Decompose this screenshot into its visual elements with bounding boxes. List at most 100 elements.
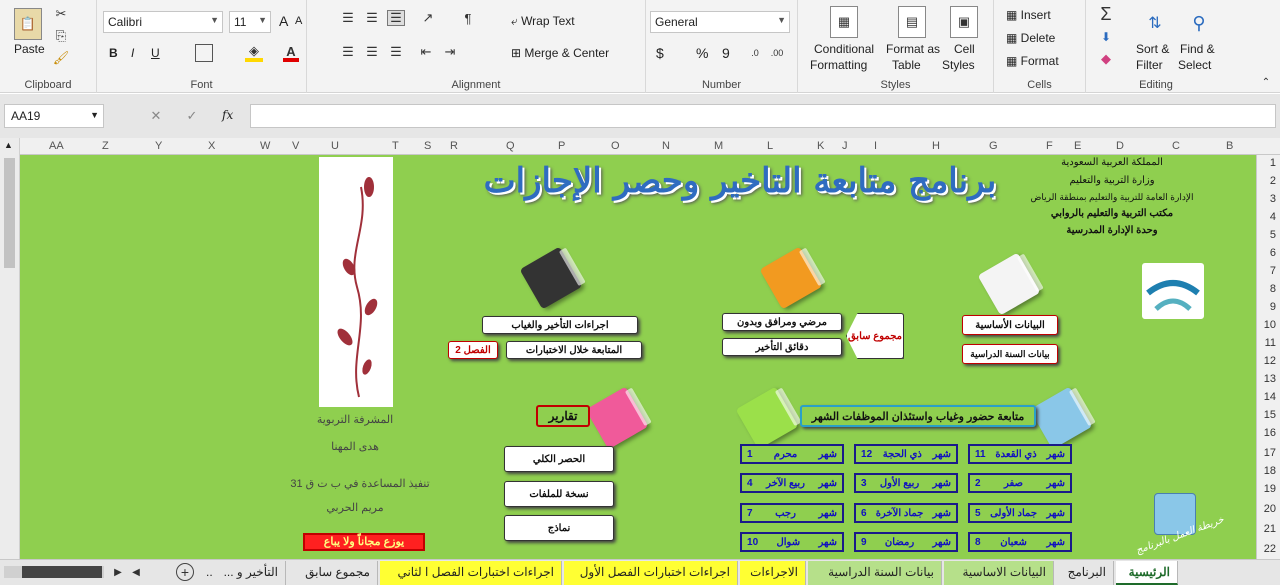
sort-filter-button[interactable]: Sort & [1136,42,1169,56]
merge-center-button[interactable]: ⊞ Merge & Center [511,46,609,60]
paste-icon[interactable]: 📋 [14,8,42,40]
column-header[interactable]: N [662,140,670,152]
row-header[interactable]: 7 [1270,265,1276,277]
increase-decimal-icon[interactable]: .0 [746,44,764,62]
decrease-indent-icon[interactable]: ⇤ [417,44,435,60]
row-header[interactable]: 9 [1270,301,1276,313]
fill-color-icon[interactable]: ◈ [245,43,263,62]
column-header[interactable]: H [932,140,940,152]
scroll-thumb[interactable] [4,158,15,268]
hscroll-thumb[interactable] [22,566,102,578]
month-button[interactable]: شهر رجب 7 [740,503,844,523]
column-header[interactable]: J [842,140,848,152]
row-header[interactable]: 11 [1265,337,1276,349]
column-header[interactable]: I [874,140,877,152]
row-header[interactable]: 13 [1264,373,1276,385]
row-header[interactable]: 4 [1270,211,1276,223]
column-header[interactable]: L [767,140,773,152]
align-bottom-icon[interactable]: ☰ [387,10,405,26]
sheet-tab[interactable]: البرنامج [1056,561,1114,585]
column-header[interactable]: Z [102,140,109,152]
clear-icon[interactable]: ◆ [1096,50,1116,68]
add-sheet-icon[interactable]: + [176,563,194,581]
currency-button[interactable]: $ [656,45,664,61]
shrink-font-button[interactable]: A [295,15,302,27]
sick-button[interactable]: مرضي ومرافق وبدون [722,313,842,331]
conditional-formatting-button[interactable]: Conditional [814,42,874,56]
school-year-button[interactable]: بيانات السنة الدراسية [962,344,1058,364]
percent-button[interactable]: % [696,45,708,61]
row-header[interactable]: 20 [1264,503,1276,515]
column-header[interactable]: Q [506,140,515,152]
previous-total-button[interactable]: مجموع سابق [846,313,904,359]
column-header[interactable]: T [392,140,399,152]
row-header[interactable]: 1 [1270,157,1276,169]
row-header[interactable]: 18 [1264,465,1276,477]
format-button[interactable]: ▦ Format [1006,54,1059,68]
basic-data-button[interactable]: البيانات الأساسية [962,315,1058,335]
comma-button[interactable]: 9 [722,45,730,61]
sheet-tab[interactable]: اجراءات اختبارات الفصل ا لثاني [380,561,562,585]
column-header[interactable]: S [424,140,431,152]
total-count-button[interactable]: الحصر الكلي [504,446,614,472]
sheet-tab[interactable]: التأخير و ... [212,561,286,585]
cut-icon[interactable]: ✂ [52,6,70,22]
align-middle-icon[interactable]: ☰ [363,10,381,26]
row-header[interactable]: 19 [1264,483,1276,495]
orientation-icon[interactable]: ↗ [417,10,439,26]
column-header[interactable]: D [1116,140,1124,152]
row-header[interactable]: 3 [1270,193,1276,205]
month-button[interactable]: شهر شوال 10 [740,532,844,552]
late-absence-button[interactable]: اجراءات التأخير والغياب [482,316,638,334]
font-name-combo[interactable]: Calibri ▼ [103,11,223,33]
italic-button[interactable]: I [131,46,134,60]
month-button[interactable]: شهر ربيع الآخر 4 [740,473,844,493]
sheet-tab[interactable]: مجموع سابق [290,561,378,585]
paragraph-rtl-icon[interactable]: ¶ [457,10,479,26]
column-header[interactable]: G [989,140,998,152]
collapse-ribbon-icon[interactable]: ⌃ [1258,74,1274,90]
horizontal-scrollbar[interactable] [4,566,104,578]
row-header[interactable]: 10 [1264,319,1276,331]
borders-icon[interactable] [195,44,213,62]
sheet-tab[interactable]: الاجراءات [740,561,806,585]
align-top-icon[interactable]: ☰ [339,10,357,26]
bold-button[interactable]: B [109,46,118,60]
copy-icon[interactable]: ⎘ [52,28,70,44]
insert-function-button[interactable]: fx [222,108,233,122]
sheet-tab[interactable]: بيانات السنة الدراسية [808,561,942,585]
row-header[interactable]: 14 [1264,391,1276,403]
month-button[interactable]: شهر ربيع الأول 3 [854,473,958,493]
scroll-right-icon[interactable]: ▶ [112,564,124,580]
month-button[interactable]: شهر صفر 2 [968,473,1072,493]
column-header[interactable]: AA [49,140,64,152]
align-left-icon[interactable]: ☰ [339,44,357,60]
insert-button[interactable]: ▦ Insert [1006,8,1051,22]
column-header[interactable]: X [208,140,215,152]
vertical-scrollbar[interactable]: ▲ [0,138,20,559]
column-header[interactable]: C [1172,140,1180,152]
format-as-table-button[interactable]: Format as [886,42,940,56]
scroll-left-icon[interactable]: ◀ [130,564,142,580]
autosum-icon[interactable]: Σ [1096,4,1116,24]
row-header[interactable]: 22 [1264,543,1276,555]
align-center-icon[interactable]: ☰ [363,44,381,60]
row-header[interactable]: 8 [1270,283,1276,295]
row-header[interactable]: 15 [1264,409,1276,421]
scroll-up-icon[interactable]: ▲ [4,140,13,150]
column-header[interactable]: V [292,140,299,152]
underline-button[interactable]: U [151,46,160,60]
month-button[interactable]: شهر جماد الأولى 5 [968,503,1072,523]
column-header[interactable]: O [611,140,620,152]
row-header[interactable]: 5 [1270,229,1276,241]
font-color-icon[interactable]: A [283,44,299,62]
row-header[interactable]: 6 [1270,247,1276,259]
column-header[interactable]: E [1074,140,1081,152]
font-size-combo[interactable]: 11 ▼ [229,11,271,33]
grow-font-button[interactable]: A [279,13,288,29]
sheet-tab[interactable]: الرئيسية [1116,561,1178,585]
month-button[interactable]: شهر ذي القعدة 11 [968,444,1072,464]
month-button[interactable]: شهر شعبان 8 [968,532,1072,552]
column-header[interactable]: K [817,140,824,152]
paste-button[interactable]: Paste [14,42,45,56]
